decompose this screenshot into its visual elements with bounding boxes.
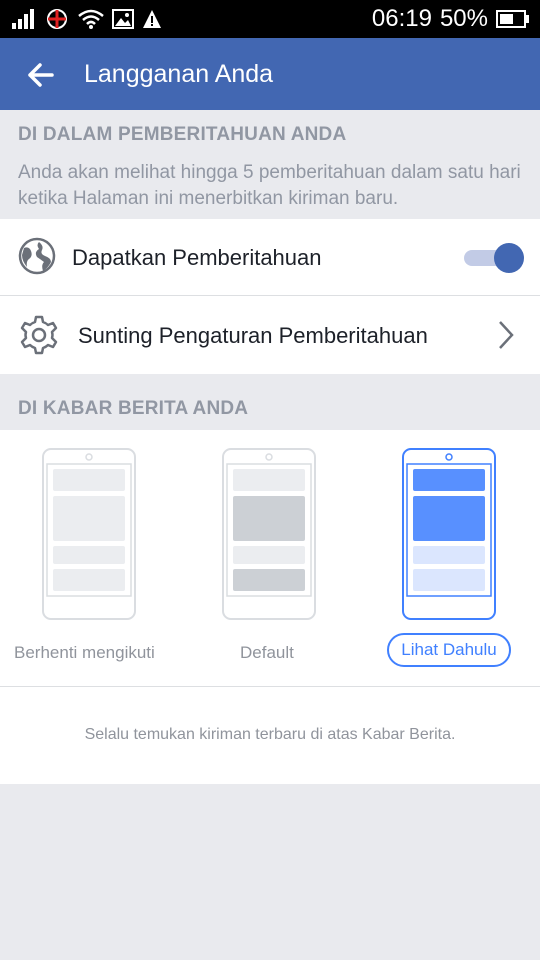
- edit-notification-settings-label: Sunting Pengaturan Pemberitahuan: [78, 323, 428, 348]
- see-first-button[interactable]: Lihat Dahulu: [387, 633, 511, 667]
- status-icons: [12, 8, 162, 30]
- default-label[interactable]: Default: [240, 643, 294, 663]
- see-first-label: Lihat Dahulu: [401, 640, 497, 659]
- back-arrow-icon[interactable]: [26, 60, 56, 90]
- edit-notification-settings-row[interactable]: Sunting Pengaturan Pemberitahuan: [0, 296, 540, 374]
- globe-icon: [18, 237, 56, 275]
- news-feed-caption: Selalu temukan kiriman terbaru di atas K…: [84, 726, 456, 743]
- status-bar: 06:19 50%: [0, 0, 540, 38]
- notifications-section-header: DI DALAM PEMBERITAHUAN ANDA: [18, 124, 347, 145]
- notifications-description: Anda akan melihat hingga 5 pemberitahuan…: [18, 162, 521, 209]
- clock: 06:19: [371, 5, 432, 32]
- news-feed-divider: [0, 686, 540, 687]
- status-right: 06:19 50%: [372, 5, 530, 33]
- gear-icon: [20, 315, 58, 355]
- default-option[interactable]: [222, 448, 316, 620]
- warning-icon: [143, 10, 161, 28]
- see-first-option[interactable]: [402, 448, 496, 620]
- toggle-knob: [494, 243, 524, 273]
- news-feed-section-header: DI KABAR BERITA ANDA: [18, 398, 249, 419]
- get-notifications-toggle[interactable]: [464, 243, 526, 273]
- chevron-right-icon: [499, 321, 514, 349]
- unfollow-label[interactable]: Berhenti mengikuti: [14, 643, 155, 663]
- carrier-icon: [47, 9, 67, 29]
- battery-percent: 50%: [439, 5, 488, 32]
- unfollow-option[interactable]: [42, 448, 136, 620]
- notifications-settings-card: Dapatkan Pemberitahuan Sunting Pengatura…: [0, 219, 540, 374]
- wifi-icon: [78, 9, 104, 29]
- battery-icon: [496, 10, 529, 28]
- get-notifications-row[interactable]: Dapatkan Pemberitahuan: [0, 219, 540, 295]
- image-icon: [112, 9, 134, 29]
- signal-icon: [12, 9, 34, 29]
- page-title: Langganan Anda: [84, 60, 274, 88]
- get-notifications-label: Dapatkan Pemberitahuan: [72, 245, 322, 270]
- app-bar: Langganan Anda: [0, 38, 540, 110]
